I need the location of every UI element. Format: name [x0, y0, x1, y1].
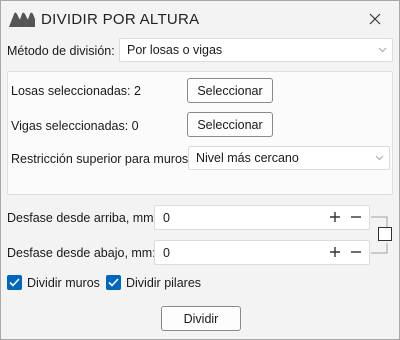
dialog-window: DIVIDIR POR ALTURA Método de división: P… [0, 0, 400, 340]
slabs-selected-label: Losas seleccionadas: 2 [11, 84, 141, 98]
close-button[interactable] [363, 7, 387, 31]
split-button[interactable]: Dividir [161, 306, 241, 331]
dialog-title: DIVIDIR POR ALTURA [41, 11, 200, 28]
title-bar: DIVIDIR POR ALTURA [1, 1, 399, 37]
top-offset-value: 0 [163, 211, 170, 225]
split-walls-label: Dividir muros [27, 275, 100, 290]
link-offsets-checkbox[interactable] [378, 227, 392, 241]
minus-icon[interactable] [349, 245, 363, 259]
method-label: Método de división: [7, 44, 115, 58]
wall-top-constraint-label: Restricción superior para muros: [11, 152, 192, 166]
close-icon [369, 13, 381, 25]
app-logo-icon [9, 12, 35, 27]
select-beams-button[interactable]: Seleccionar [187, 112, 273, 137]
plus-icon[interactable] [328, 245, 342, 259]
top-offset-input[interactable]: 0 [154, 205, 370, 230]
minus-icon[interactable] [349, 210, 363, 224]
wall-top-constraint-value: Nivel más cercano [196, 151, 299, 165]
top-offset-label: Desfase desde arriba, mm: [7, 211, 158, 225]
chevron-down-icon [378, 47, 387, 53]
method-value: Por losas o vigas [127, 43, 223, 57]
beams-selected-label: Vigas seleccionadas: 0 [11, 119, 139, 133]
split-walls-checkbox[interactable]: Dividir muros [7, 275, 100, 290]
bottom-offset-input[interactable]: 0 [154, 240, 370, 265]
wall-top-constraint-dropdown[interactable]: Nivel más cercano [188, 146, 390, 170]
bottom-offset-value: 0 [163, 246, 170, 260]
split-columns-checkbox[interactable]: Dividir pilares [106, 275, 201, 290]
selection-group: Losas seleccionadas: 2 Seleccionar Vigas… [7, 71, 393, 195]
checkmark-icon [106, 275, 121, 290]
plus-icon[interactable] [328, 210, 342, 224]
chevron-down-icon [375, 155, 384, 161]
select-slabs-button[interactable]: Seleccionar [187, 78, 273, 103]
method-dropdown[interactable]: Por losas o vigas [119, 38, 393, 62]
bottom-offset-label: Desfase desde abajo, mm: [7, 246, 156, 260]
checkmark-icon [7, 275, 22, 290]
split-columns-label: Dividir pilares [126, 275, 202, 290]
